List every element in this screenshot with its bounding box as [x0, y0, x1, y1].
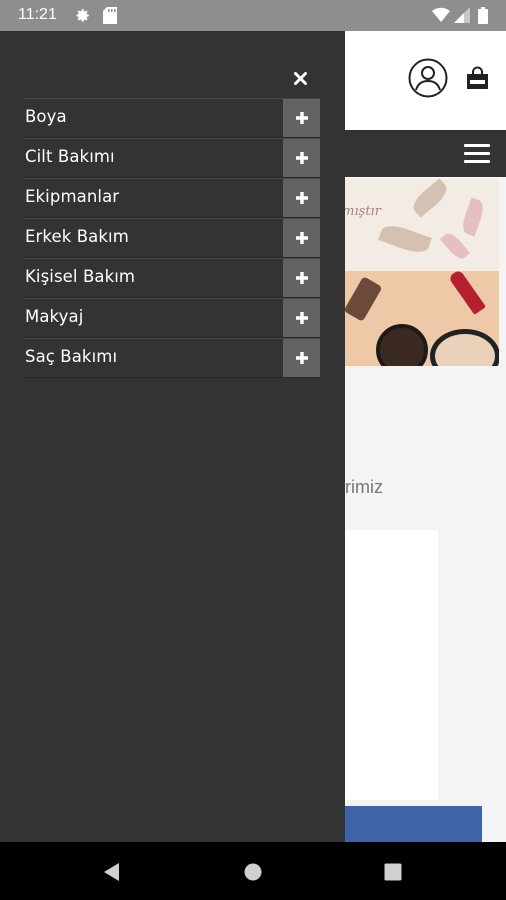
action-button[interactable]: [345, 806, 482, 842]
battery-icon: [478, 7, 488, 24]
category-drawer: Boya Cilt Bakımı Ekipmanlar Erkek Bakım …: [0, 31, 345, 842]
expand-button[interactable]: [283, 339, 320, 377]
gear-icon: [76, 9, 89, 22]
expand-button[interactable]: [283, 99, 320, 137]
menu-item-label[interactable]: Erkek Bakım: [25, 227, 129, 246]
plus-icon: [295, 152, 308, 164]
plus-icon: [295, 112, 308, 124]
system-navigation-bar: [0, 842, 506, 900]
recent-apps-icon[interactable]: [384, 863, 402, 881]
menu-item-label[interactable]: Makyaj: [25, 307, 83, 326]
status-time: 11:21: [18, 6, 57, 23]
expand-button[interactable]: [283, 219, 320, 257]
plus-icon: [295, 272, 308, 284]
signal-icon: [454, 7, 470, 23]
plus-icon: [295, 352, 308, 364]
category-menu: Boya Cilt Bakımı Ekipmanlar Erkek Bakım …: [24, 98, 320, 378]
menu-item-label[interactable]: Kişisel Bakım: [25, 267, 135, 286]
menu-item-label[interactable]: Boya: [25, 107, 67, 126]
menu-item-sac-bakimi[interactable]: Saç Bakımı: [24, 338, 320, 378]
expand-button[interactable]: [283, 139, 320, 177]
menu-item-erkek-bakim[interactable]: Erkek Bakım: [24, 218, 320, 258]
section-heading-fragment: rimiz: [345, 477, 383, 497]
menu-item-label[interactable]: Saç Bakımı: [25, 347, 117, 366]
menu-item-label[interactable]: Cilt Bakımı: [25, 147, 115, 166]
shopping-bag-icon[interactable]: [466, 66, 489, 90]
user-account-icon[interactable]: [408, 58, 448, 98]
plus-icon: [295, 232, 308, 244]
menu-item-ekipmanlar[interactable]: Ekipmanlar: [24, 178, 320, 218]
sd-card-icon: [103, 7, 117, 24]
menu-item-kisisel-bakim[interactable]: Kişisel Bakım: [24, 258, 320, 298]
plus-icon: [295, 192, 308, 204]
menu-item-boya[interactable]: Boya: [24, 98, 320, 138]
product-card[interactable]: [345, 530, 438, 800]
status-bar: 11:21: [0, 0, 506, 31]
plus-icon: [295, 312, 308, 324]
wifi-icon: [432, 7, 450, 23]
expand-button[interactable]: [283, 259, 320, 297]
hamburger-menu-icon[interactable]: [464, 144, 490, 164]
expand-button[interactable]: [283, 299, 320, 337]
home-icon[interactable]: [244, 863, 262, 881]
menu-item-makyaj[interactable]: Makyaj: [24, 298, 320, 338]
menu-item-label[interactable]: Ekipmanlar: [25, 187, 119, 206]
close-drawer-button[interactable]: [288, 66, 312, 90]
expand-button[interactable]: [283, 179, 320, 217]
close-icon: [293, 71, 307, 85]
back-icon[interactable]: [102, 862, 122, 882]
menu-item-cilt-bakimi[interactable]: Cilt Bakımı: [24, 138, 320, 178]
